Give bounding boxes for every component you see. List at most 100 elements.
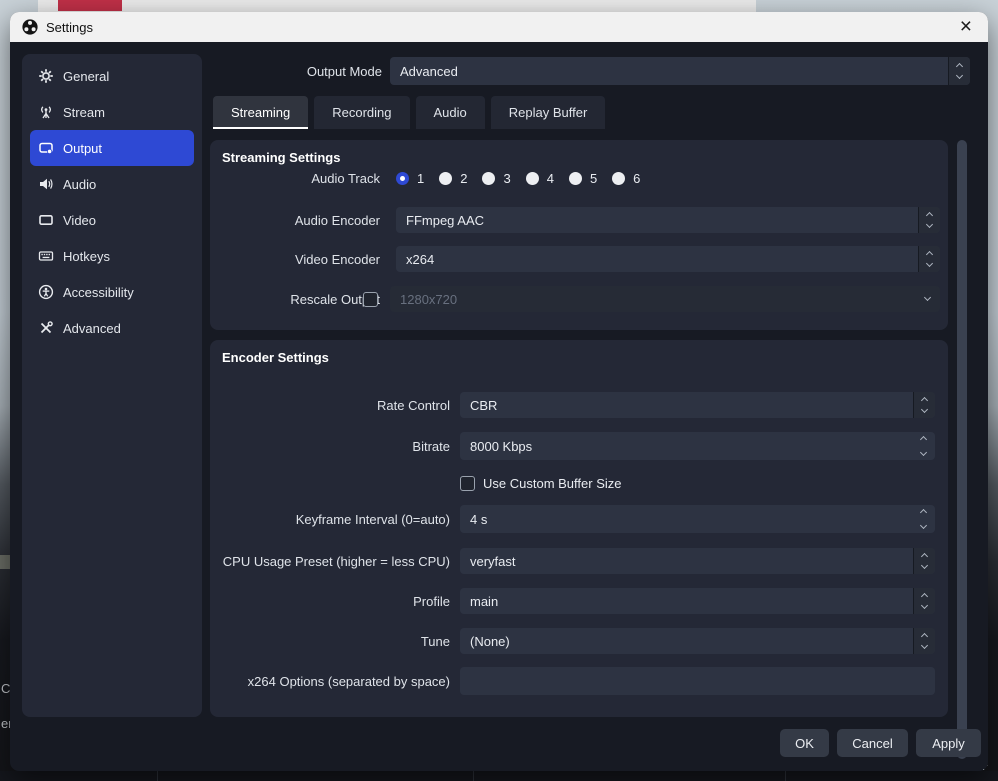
audio-track-option-3[interactable]: 3 — [482, 171, 510, 186]
dialog-title: Settings — [46, 20, 956, 35]
cpu-preset-select[interactable]: veryfast — [460, 548, 935, 574]
gear-icon — [38, 68, 54, 84]
spinner-arrows-icon[interactable] — [913, 548, 935, 574]
display-icon — [38, 212, 54, 228]
tab-streaming[interactable]: Streaming — [213, 96, 308, 129]
video-encoder-value: x264 — [406, 252, 434, 267]
audio-track-option-6[interactable]: 6 — [612, 171, 640, 186]
sidebar-item-label: Output — [63, 141, 102, 156]
cancel-button[interactable]: Cancel — [837, 729, 908, 757]
x264-options-input[interactable] — [460, 667, 935, 695]
profile-value: main — [470, 594, 498, 609]
radio-label: 6 — [633, 171, 640, 186]
output-mode-value: Advanced — [400, 64, 458, 79]
spinner-arrows-icon[interactable] — [913, 392, 935, 418]
radio-icon[interactable] — [439, 172, 452, 185]
section-title: Encoder Settings — [222, 350, 329, 365]
tune-row: Tune (None) — [210, 628, 935, 654]
profile-select[interactable]: main — [460, 588, 935, 614]
background-red-segment — [58, 0, 122, 11]
bitrate-spinbox[interactable]: 8000 Kbps — [460, 432, 935, 460]
sidebar-item-general[interactable]: General — [30, 58, 194, 94]
profile-row: Profile main — [210, 588, 935, 614]
rescale-output-row: Rescale Output 1280x720 — [210, 286, 940, 312]
spinner-arrows-icon[interactable] — [921, 437, 926, 455]
audio-track-label: Audio Track — [210, 171, 388, 186]
radio-label: 2 — [460, 171, 467, 186]
profile-label: Profile — [210, 594, 458, 609]
tab-audio[interactable]: Audio — [416, 96, 485, 129]
streaming-settings-panel: Streaming Settings Audio Track 1 2 3 4 5… — [210, 140, 948, 330]
spinner-arrows-icon[interactable] — [921, 510, 926, 528]
background-block — [0, 555, 10, 569]
rescale-output-checkbox[interactable] — [363, 292, 378, 307]
rate-control-select[interactable]: CBR — [460, 392, 935, 418]
sidebar-item-stream[interactable]: Stream — [30, 94, 194, 130]
output-icon — [38, 140, 54, 156]
rescale-resolution-combo[interactable]: 1280x720 — [390, 286, 940, 312]
section-title: Streaming Settings — [222, 150, 340, 165]
audio-encoder-select[interactable]: FFmpeg AAC — [396, 207, 940, 233]
tools-icon — [38, 320, 54, 336]
radio-label: 5 — [590, 171, 597, 186]
sidebar-item-label: Accessibility — [63, 285, 134, 300]
spinner-arrows-icon[interactable] — [948, 57, 970, 85]
tab-replay-buffer[interactable]: Replay Buffer — [491, 96, 606, 129]
spinner-arrows-icon[interactable] — [913, 588, 935, 614]
apply-button[interactable]: Apply — [916, 729, 981, 757]
custom-buffer-checkbox[interactable] — [460, 476, 475, 491]
audio-encoder-label: Audio Encoder — [210, 213, 388, 228]
resize-grip[interactable] — [987, 769, 988, 771]
radio-label: 1 — [417, 171, 424, 186]
sidebar-item-advanced[interactable]: Advanced — [30, 310, 194, 346]
output-mode-row: Output Mode Advanced — [210, 57, 970, 85]
audio-encoder-row: Audio Encoder FFmpeg AAC — [210, 207, 940, 233]
rate-control-value: CBR — [470, 398, 497, 413]
radio-selected-icon[interactable] — [396, 172, 409, 185]
audio-track-options: 1 2 3 4 5 6 — [396, 171, 655, 186]
dialog-titlebar[interactable]: Settings × — [10, 12, 988, 42]
spinner-arrows-icon[interactable] — [918, 207, 940, 233]
radio-icon[interactable] — [526, 172, 539, 185]
audio-track-option-1[interactable]: 1 — [396, 171, 424, 186]
output-tabs: Streaming Recording Audio Replay Buffer — [213, 96, 605, 129]
close-icon[interactable]: × — [956, 17, 976, 37]
tune-label: Tune — [210, 634, 458, 649]
radio-icon[interactable] — [569, 172, 582, 185]
ok-button[interactable]: OK — [780, 729, 829, 757]
antenna-icon — [38, 104, 54, 120]
sidebar-item-accessibility[interactable]: Accessibility — [30, 274, 194, 310]
vertical-scrollbar[interactable] — [957, 140, 967, 759]
sidebar-item-audio[interactable]: Audio — [30, 166, 194, 202]
tab-label: Streaming — [231, 105, 290, 120]
cpu-preset-value: veryfast — [470, 554, 516, 569]
spinner-arrows-icon[interactable] — [918, 246, 940, 272]
tab-recording[interactable]: Recording — [314, 96, 409, 129]
audio-track-option-5[interactable]: 5 — [569, 171, 597, 186]
output-mode-select[interactable]: Advanced — [390, 57, 970, 85]
button-label: Cancel — [852, 736, 892, 751]
sidebar-item-hotkeys[interactable]: Hotkeys — [30, 238, 194, 274]
tab-label: Replay Buffer — [509, 105, 588, 120]
audio-track-option-4[interactable]: 4 — [526, 171, 554, 186]
radio-icon[interactable] — [482, 172, 495, 185]
output-mode-label: Output Mode — [210, 64, 390, 79]
rate-control-row: Rate Control CBR — [210, 392, 935, 418]
audio-track-option-2[interactable]: 2 — [439, 171, 467, 186]
spinner-arrows-icon[interactable] — [913, 628, 935, 654]
sidebar-item-video[interactable]: Video — [30, 202, 194, 238]
video-encoder-select[interactable]: x264 — [396, 246, 940, 272]
background-window-bar — [38, 0, 756, 12]
bitrate-value: 8000 Kbps — [470, 439, 532, 454]
sidebar-item-label: Advanced — [63, 321, 121, 336]
keyframe-interval-spinbox[interactable]: 4 s — [460, 505, 935, 533]
tune-value: (None) — [470, 634, 510, 649]
custom-buffer-row[interactable]: Use Custom Buffer Size — [460, 475, 621, 491]
background-bottom-strip — [0, 771, 998, 781]
radio-icon[interactable] — [612, 172, 625, 185]
tab-label: Audio — [434, 105, 467, 120]
settings-sidebar: General Stream Output — [22, 54, 202, 717]
tune-select[interactable]: (None) — [460, 628, 935, 654]
bitrate-row: Bitrate 8000 Kbps — [210, 432, 935, 460]
sidebar-item-output[interactable]: Output — [30, 130, 194, 166]
